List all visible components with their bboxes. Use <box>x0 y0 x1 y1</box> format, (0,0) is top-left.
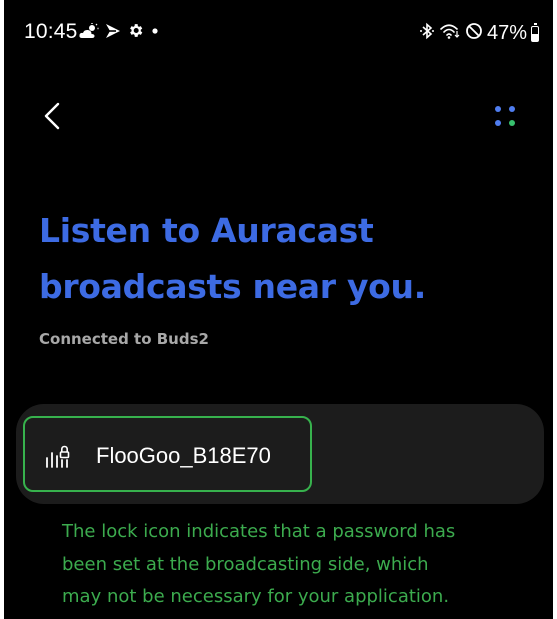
page-title-line-1: Listen to Auracast <box>39 211 374 250</box>
battery-icon <box>531 22 539 42</box>
annotation-note-line-3: may not be necessary for your applicatio… <box>62 586 450 607</box>
status-bar: 10:45 47% <box>4 18 553 48</box>
page-title-line-2: broadcasts near you. <box>39 267 426 306</box>
wifi-icon <box>439 22 461 45</box>
broadcast-name: FlooGoo_B18E70 <box>96 443 271 468</box>
more-options-button[interactable] <box>490 96 530 136</box>
flag-icon <box>105 23 121 39</box>
dot-bottom-left <box>495 120 501 126</box>
broadcast-item[interactable]: FlooGoo_B18E70 <box>44 436 271 476</box>
dot-top-right <box>509 106 515 112</box>
dot-bottom-right <box>509 120 515 126</box>
battery-percentage: 47% <box>486 22 527 44</box>
annotation-note-line-1: The lock icon indicates that a password … <box>62 521 456 542</box>
page-title: Listen to Auracast broadcasts near you. <box>39 203 539 315</box>
broadcast-locked-icon <box>44 441 72 471</box>
back-button[interactable] <box>34 96 70 136</box>
connection-status: Connected to Buds2 <box>39 330 209 348</box>
battery-level-fill <box>532 33 538 41</box>
dot-top-left <box>495 106 501 112</box>
status-icons-left <box>79 22 160 39</box>
dot-icon <box>150 26 160 36</box>
annotation-note-line-2: been set at the broadcasting side, which <box>62 553 429 575</box>
annotation-note: The lock icon indicates that a password … <box>62 516 532 614</box>
status-time: 10:45 <box>24 20 78 43</box>
do-not-disturb-icon <box>465 22 483 45</box>
status-icons-right: 47% <box>419 22 539 45</box>
bluetooth-icon <box>419 22 435 45</box>
app-screen: 10:45 47% Listen to Auracast broadcasts … <box>4 0 553 619</box>
gear-icon <box>127 22 144 39</box>
cloud-sun-icon <box>79 22 99 39</box>
chevron-left-icon <box>44 102 60 130</box>
